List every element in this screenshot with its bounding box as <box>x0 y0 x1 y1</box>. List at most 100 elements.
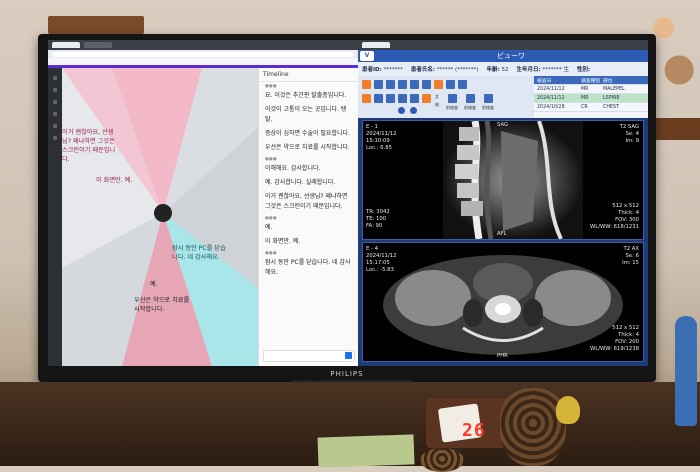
app-sidebar <box>48 68 62 366</box>
sidebar-icon[interactable] <box>53 100 57 104</box>
chat-message: 잠시 동안 PC를 닫습니다. 네 감사해요. <box>265 259 351 276</box>
rotate-icon[interactable] <box>374 94 383 103</box>
transcript-wheel: 이거 괜찮아요, 선생 님? 왜냐하면 그것은 스크린이기 때문입니 다. 이 … <box>62 68 258 366</box>
prior-exam-icon[interactable] <box>484 94 493 103</box>
column-header: 検査日 <box>537 78 552 84</box>
grid-icon[interactable] <box>422 80 431 89</box>
viewer-title: ビューワ <box>497 52 525 60</box>
patient-name-value: ****** (*******) <box>436 67 479 73</box>
study-row[interactable]: 2024/11/12 MR LSPINE <box>534 94 648 103</box>
sidebar-icon[interactable] <box>53 76 57 80</box>
mri-viewport-axial[interactable]: E - 4 2024/11/12 15:17:05 Loc.: -5.83 T2… <box>362 242 644 362</box>
bird-figurine <box>556 396 580 424</box>
pine-cone <box>420 448 464 472</box>
grid-icon[interactable] <box>398 80 407 89</box>
reset-icon[interactable] <box>410 94 419 103</box>
monitor-screen: 이거 괜찮아요, 선생 님? 왜냐하면 그것은 스크린이기 때문입니 다. 이 … <box>48 40 648 366</box>
left-tab[interactable] <box>84 42 112 48</box>
study-date: 2024/10/28 <box>537 104 565 110</box>
chat-message: 이거 괜찮아요, 선생님? 왜냐하면 그것은 스크린이기 때문입니다. <box>265 193 348 210</box>
chat-message: 예. <box>265 224 273 231</box>
study-date: 2024/11/12 <box>537 86 565 92</box>
wall-shelf <box>48 16 144 34</box>
right-tab-bar <box>358 40 648 50</box>
invert-icon[interactable] <box>398 94 407 103</box>
chat-header: Timeline <box>259 68 359 82</box>
study-modality: MR <box>581 86 589 92</box>
study-part: MALEPEL <box>603 86 625 92</box>
overlay-bottom-right: 512 x 512 Thick: 4 FOV: 300 WL/WW: 618/1… <box>590 203 639 230</box>
message-meta: ●●● <box>265 216 277 221</box>
message-meta: ●●● <box>265 157 277 162</box>
tool-label: 前検査 <box>446 105 458 110</box>
study-modality: MR <box>581 95 589 101</box>
sidebar-icon[interactable] <box>53 112 57 116</box>
overlay-top-right: T2 AX Se: 6 Im: 15 <box>622 246 639 266</box>
prior-exam-icon[interactable] <box>466 94 475 103</box>
orientation-bottom: PHR <box>497 353 508 359</box>
patient-info-bar: 患者ID: ******* 患者氏名: ****** (*******) 年齢:… <box>358 62 648 76</box>
overlay-bottom-left: TR: 3042 TE: 100 FA: 90 <box>366 209 390 229</box>
column-header: 部位 <box>603 78 613 84</box>
monitor: 이거 괜찮아요, 선생 님? 왜냐하면 그것은 스크린이기 때문입니 다. 이 … <box>38 34 656 382</box>
sidebar-icon[interactable] <box>53 88 57 92</box>
wheel-center-hub[interactable] <box>154 204 172 222</box>
monitor-brand-logo: PHILIPS <box>330 370 364 378</box>
orientation-top: SAG <box>497 122 509 128</box>
wheel-text: 이 화면만. 예. <box>96 177 133 184</box>
side-shelf <box>652 118 700 140</box>
viewer-toolbar: 文 検 前検査 前検査 前検査 <box>358 76 534 118</box>
tool-label: 前検査 <box>464 105 476 110</box>
grid-icon[interactable] <box>374 80 383 89</box>
text-annotation-icon[interactable] <box>422 94 431 103</box>
tool-label: 文 <box>435 94 439 99</box>
flip-icon[interactable] <box>386 94 395 103</box>
zoom-icon[interactable] <box>446 80 455 89</box>
prev-series-icon[interactable] <box>398 107 405 114</box>
overlay-top-left: E - 1 2024/11/12 15:10:09 Loc.: 6.85 <box>366 124 397 151</box>
message-meta: ●●● <box>265 251 277 256</box>
patient-age-value: 52 <box>501 67 509 73</box>
chat-input[interactable] <box>263 350 355 362</box>
right-active-tab[interactable] <box>362 42 390 48</box>
left-browser-window: 이거 괜찮아요, 선생 님? 왜냐하면 그것은 스크린이기 때문입니 다. 이 … <box>48 40 359 366</box>
tool-label: 前検査 <box>482 105 494 110</box>
chat-message: 예. 감사합니다. 실례합니다. <box>265 179 336 186</box>
patient-birth-label: 生年月日: <box>516 67 541 73</box>
chat-message: 증상이 심하면 수술이 필요합니다. <box>265 130 350 137</box>
patient-name-label: 患者氏名: <box>410 67 436 73</box>
study-row[interactable]: 2024/10/28 CR CHEST <box>534 103 648 112</box>
sidebar-icon[interactable] <box>53 136 57 140</box>
left-active-tab[interactable] <box>52 42 80 48</box>
grid-icon[interactable] <box>386 80 395 89</box>
send-icon[interactable] <box>345 352 352 359</box>
chat-timeline-panel: Timeline ●●● 요. 이것은 추간판 탈출증입니다. 이것이 고통이 … <box>258 68 359 366</box>
layout-icon[interactable] <box>362 80 371 89</box>
pan-icon[interactable] <box>458 80 467 89</box>
study-row[interactable]: 2024/11/12 MR MALEPEL <box>534 85 648 94</box>
study-list: 検査日 検査種別 部位 2024/11/12 MR MALEPEL 2024/1… <box>534 76 648 118</box>
chat-message: 우선은 약으로 치료를 시작합니다. <box>265 144 350 151</box>
dicom-viewer-window: V ビューワ 患者ID: ******* 患者氏名: ****** (*****… <box>358 40 648 366</box>
next-series-icon[interactable] <box>410 107 417 114</box>
prior-exam-icon[interactable] <box>448 94 457 103</box>
overlay-top-right: T2 SAG Se: 4 Im: 9 <box>619 124 639 144</box>
viewer-titlebar: V ビューワ <box>358 50 648 62</box>
study-date: 2024/11/12 <box>537 95 565 101</box>
sidebar-icon[interactable] <box>53 124 57 128</box>
patient-sex-label: 性別: <box>576 67 591 73</box>
window-level-icon[interactable] <box>434 80 443 89</box>
study-part: LSPINE <box>603 95 620 101</box>
pine-cone <box>500 388 566 466</box>
grid-icon[interactable] <box>410 80 419 89</box>
study-list-header: 検査日 検査種別 部位 <box>534 76 648 85</box>
message-meta: ●●● <box>265 84 277 89</box>
overlay-top-left: E - 4 2024/11/12 15:17:05 Loc.: -5.83 <box>366 246 397 273</box>
mri-viewport-sagittal[interactable]: E - 1 2024/11/12 15:10:09 Loc.: 6.85 TR:… <box>362 120 644 240</box>
left-tab-bar <box>48 40 358 50</box>
patient-birth-value: ******* 生 <box>542 67 569 73</box>
chat-message: 이해해요. 감사합니다. <box>265 165 321 172</box>
study-part: CHEST <box>603 104 619 110</box>
left-url-input[interactable] <box>52 51 354 57</box>
measure-icon[interactable] <box>362 94 371 103</box>
